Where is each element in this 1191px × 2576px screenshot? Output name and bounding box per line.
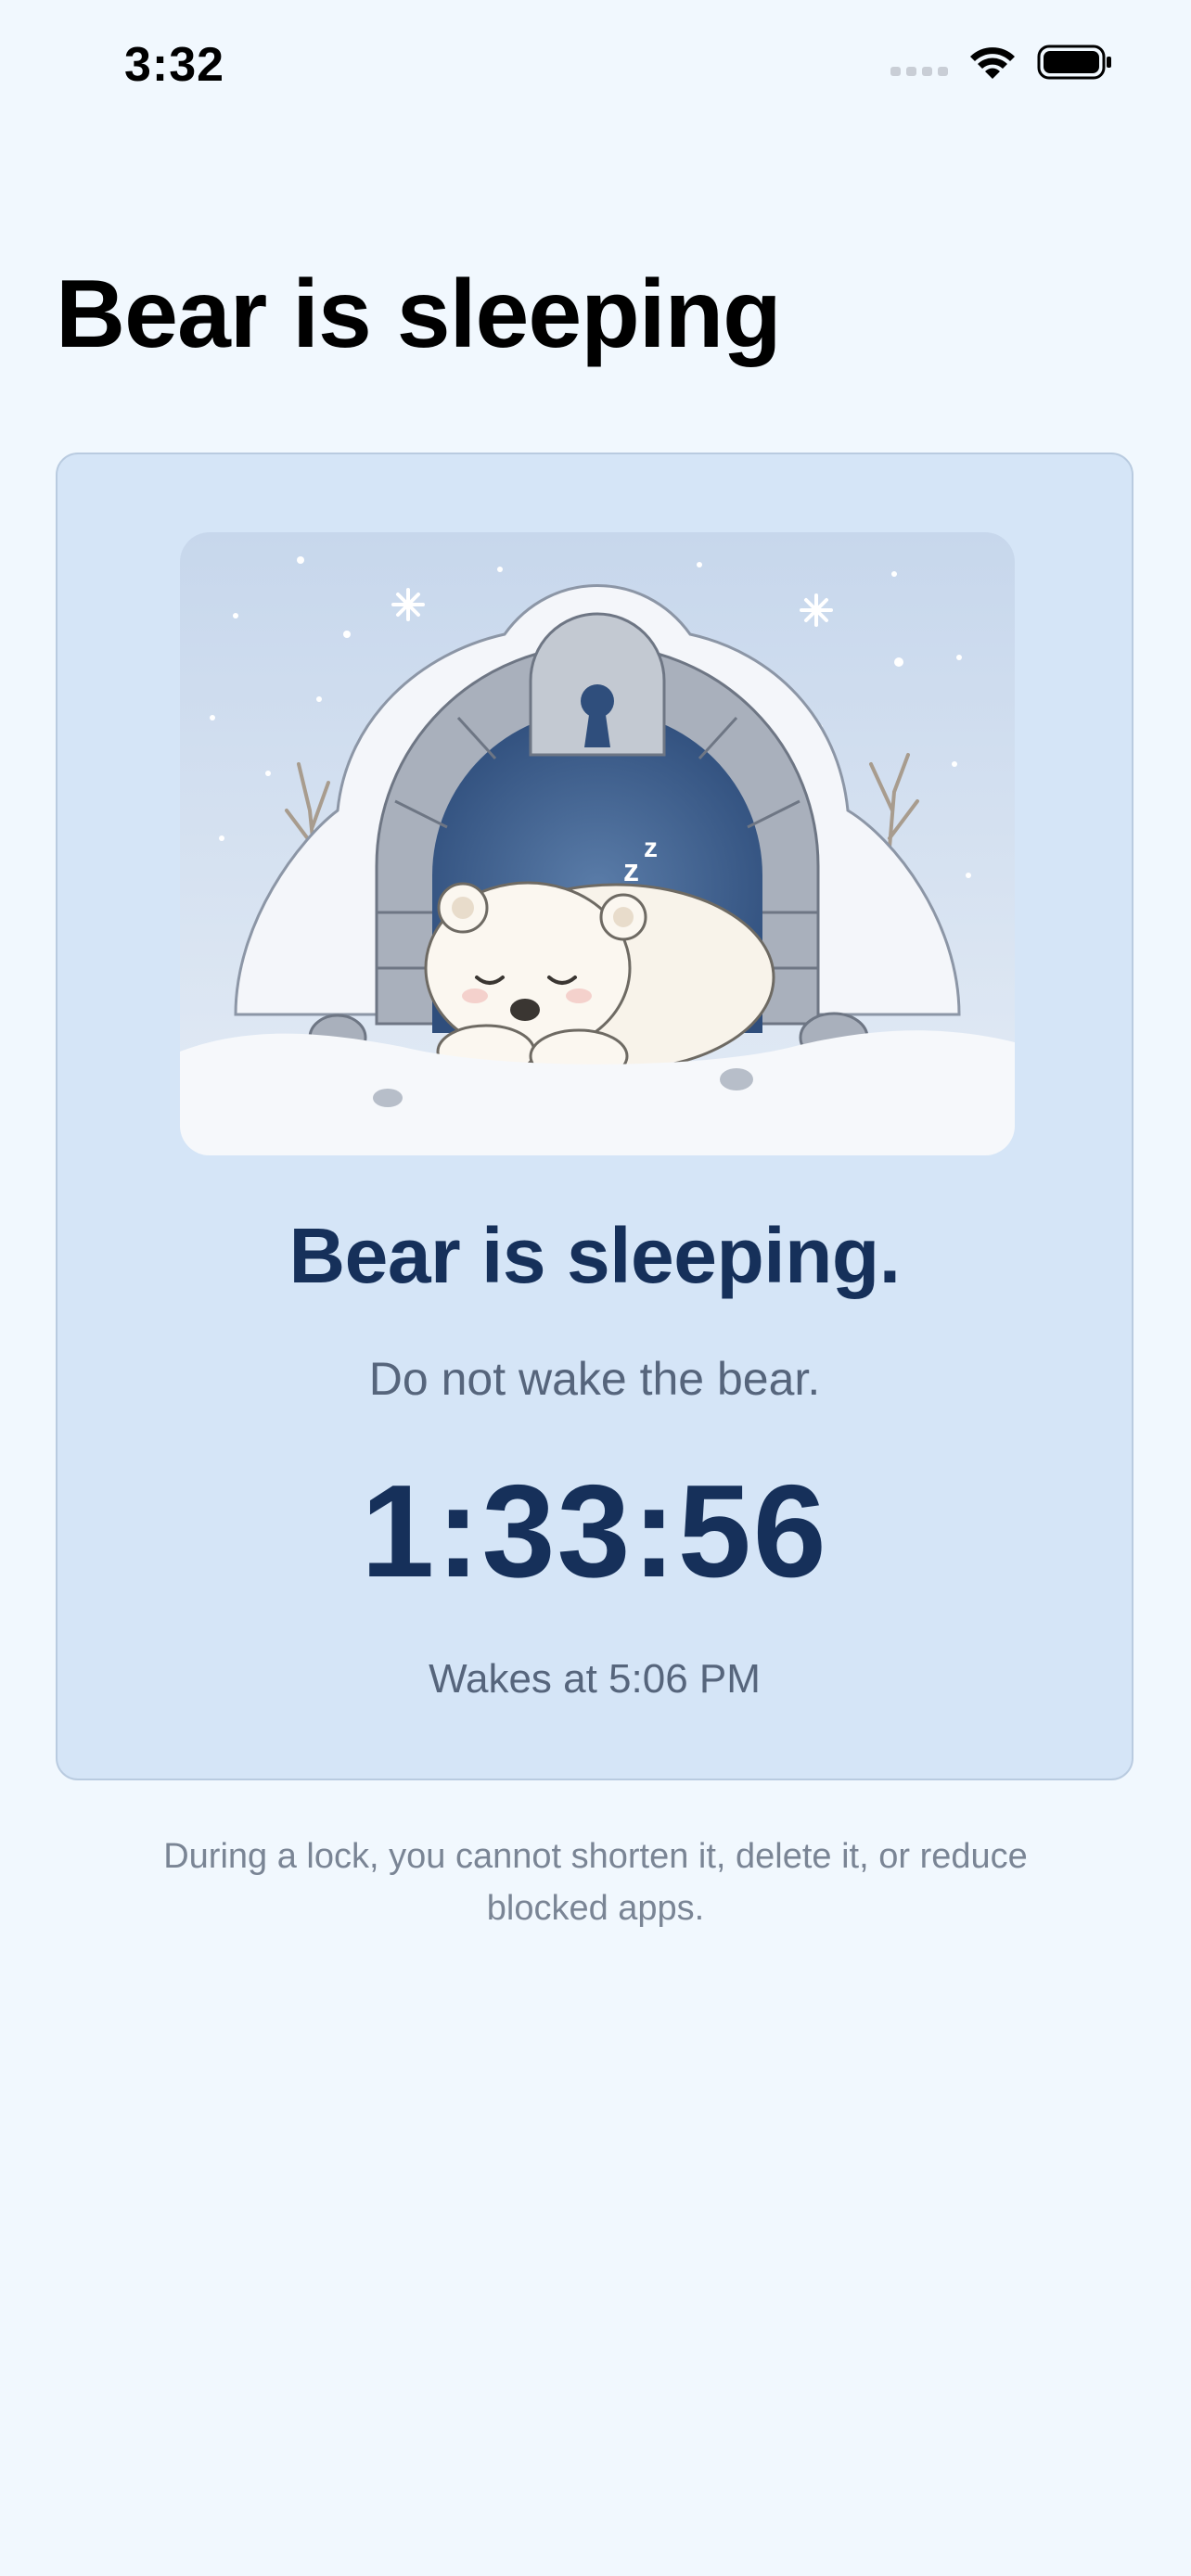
sleep-lock-card: z z Bear is sleeping. Do not wake the be… [56, 453, 1133, 1780]
wifi-icon [968, 44, 1017, 81]
status-time: 3:32 [124, 38, 225, 92]
card-headline: Bear is sleeping. [288, 1212, 901, 1299]
svg-text:z: z [644, 833, 658, 863]
cellular-signal-icon [890, 43, 948, 82]
battery-icon [1037, 44, 1113, 81]
svg-text:z: z [623, 853, 639, 888]
card-subtitle: Do not wake the bear. [368, 1353, 821, 1405]
status-bar: 3:32 [0, 0, 1191, 130]
page-title: Bear is sleeping [56, 261, 782, 368]
status-icons [890, 43, 1113, 82]
countdown-timer: 1:33:56 [361, 1458, 828, 1605]
sleeping-bear-illustration: z z [180, 532, 1015, 1155]
wake-time-label: Wakes at 5:06 PM [429, 1656, 761, 1702]
lock-rules-footnote: During a lock, you cannot shorten it, de… [163, 1837, 1028, 1928]
